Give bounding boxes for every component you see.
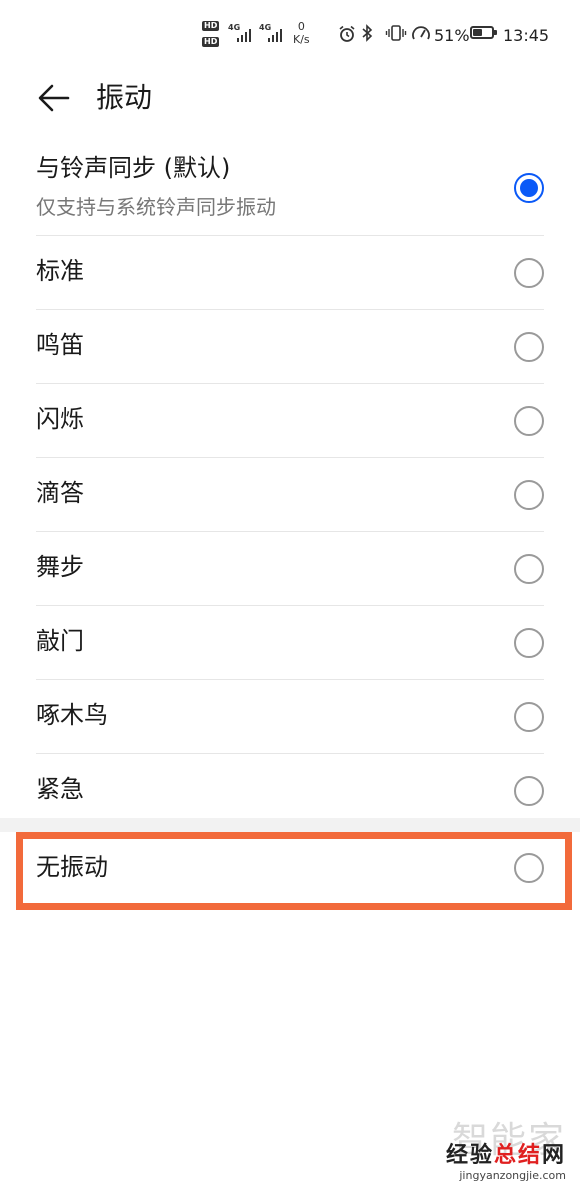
vibration-option-list: 与铃声同步 (默认) 仅支持与系统铃声同步振动 标准 鸣笛 闪烁 滴答 舞步 敲…	[0, 140, 580, 827]
watermark-url: jingyanzongjie.com	[459, 1169, 566, 1182]
network-speed-value: 0	[297, 20, 305, 33]
radio-button[interactable]	[514, 480, 544, 510]
option-urgent[interactable]: 紧急	[36, 754, 544, 827]
watermark-site-name: 经验总结网	[446, 1143, 566, 1169]
signal-icon-1	[237, 28, 251, 42]
option-dance-step[interactable]: 舞步	[36, 532, 544, 606]
battery-icon	[470, 26, 497, 39]
watermark-text-black: 经验	[445, 1143, 494, 1168]
radio-button[interactable]	[514, 776, 544, 806]
radio-button[interactable]	[514, 332, 544, 362]
option-woodpecker[interactable]: 啄木鸟	[36, 680, 544, 754]
option-label: 闪烁	[36, 405, 84, 433]
option-standard[interactable]: 标准	[36, 236, 544, 310]
option-label: 紧急	[36, 775, 84, 803]
vibrate-icon	[385, 25, 407, 41]
option-label: 滴答	[36, 479, 84, 507]
radio-button[interactable]	[514, 173, 544, 203]
option-label: 啄木鸟	[36, 701, 108, 729]
option-label: 标准	[36, 257, 84, 285]
battery-fill	[473, 29, 483, 36]
bluetooth-icon	[362, 24, 373, 42]
hd-badge-2: HD	[202, 37, 220, 47]
option-flash[interactable]: 闪烁	[36, 384, 544, 458]
speed-gauge-icon	[412, 26, 430, 40]
battery-percent: 51%	[434, 26, 470, 45]
status-time: 13:45	[503, 26, 550, 45]
watermark-text-red: 总结	[493, 1143, 542, 1168]
radio-button[interactable]	[514, 554, 544, 584]
back-arrow-icon[interactable]	[36, 80, 72, 116]
page-title: 振动	[96, 81, 153, 114]
radio-button[interactable]	[514, 702, 544, 732]
option-label: 敲门	[36, 627, 84, 655]
option-sublabel: 仅支持与系统铃声同步振动	[36, 195, 276, 219]
watermark: 智能家 经验总结网 jingyanzongjie.com	[446, 1121, 566, 1183]
alarm-icon	[339, 25, 355, 42]
header: 振动	[0, 68, 580, 130]
radio-button[interactable]	[514, 406, 544, 436]
hd-badge-1: HD	[202, 21, 220, 31]
radio-button[interactable]	[514, 628, 544, 658]
option-tick[interactable]: 滴答	[36, 458, 544, 532]
highlight-annotation	[16, 832, 572, 910]
status-bar: HD HD 4G 4G 0 K/s 51% 13:45	[0, 0, 580, 68]
option-label: 舞步	[36, 553, 84, 581]
network-speed: 0 K/s	[293, 20, 310, 46]
option-label: 鸣笛	[36, 331, 84, 359]
option-label: 与铃声同步 (默认)	[36, 154, 231, 182]
radio-button[interactable]	[514, 258, 544, 288]
option-sync-with-ringtone[interactable]: 与铃声同步 (默认) 仅支持与系统铃声同步振动	[36, 140, 544, 236]
network-speed-unit: K/s	[293, 33, 310, 46]
option-knock[interactable]: 敲门	[36, 606, 544, 680]
watermark-text-tail: 网	[541, 1143, 566, 1168]
option-whistle[interactable]: 鸣笛	[36, 310, 544, 384]
group-divider	[0, 818, 580, 832]
signal-icon-2	[268, 28, 282, 42]
